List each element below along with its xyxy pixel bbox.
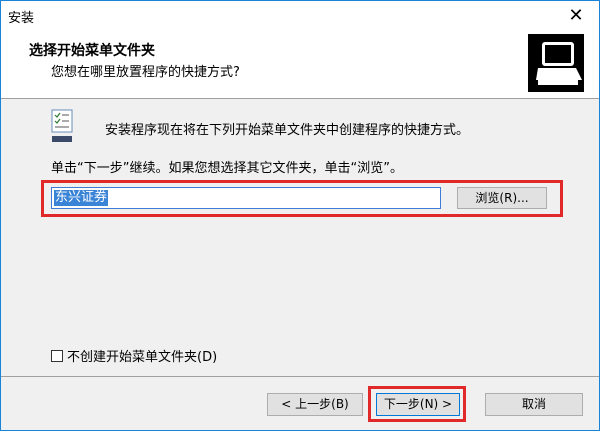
footer-divider <box>1 376 599 377</box>
page-title: 选择开始菜单文件夹 <box>29 43 155 59</box>
setup-wizard-icon <box>528 34 584 92</box>
title-bar: 安装 ✕ <box>1 1 599 29</box>
window-title: 安装 <box>8 11 35 26</box>
close-button[interactable]: ✕ <box>553 1 599 29</box>
close-icon: ✕ <box>568 4 584 26</box>
checkbox-icon[interactable] <box>51 349 63 362</box>
page-subtitle: 您想在哪里放置程序的快捷方式? <box>51 65 240 80</box>
cancel-button[interactable]: 取消 <box>485 393 583 416</box>
installer-window: 安装 ✕ 选择开始菜单文件夹 您想在哪里放置程序的快捷方式? 安装程序现在将在下 <box>0 0 600 431</box>
back-button[interactable]: < 上一步(B) <box>267 393 363 416</box>
instruction-text: 单击“下一步”继续。如果您想选择其它文件夹，单击“浏览”。 <box>51 161 403 176</box>
no-start-menu-folder-label: 不创建开始菜单文件夹(D) <box>67 350 218 365</box>
no-start-menu-folder-option[interactable]: 不创建开始菜单文件夹(D) <box>51 346 217 365</box>
document-list-icon <box>51 109 73 142</box>
wizard-header: 选择开始菜单文件夹 您想在哪里放置程序的快捷方式? <box>1 29 599 99</box>
highlight-box-next <box>368 386 466 422</box>
highlight-box-folder <box>41 180 563 217</box>
intro-text: 安装程序现在将在下列开始菜单文件夹中创建程序的快捷方式。 <box>105 123 470 138</box>
wizard-content: 安装程序现在将在下列开始菜单文件夹中创建程序的快捷方式。 单击“下一步”继续。如… <box>1 99 599 369</box>
